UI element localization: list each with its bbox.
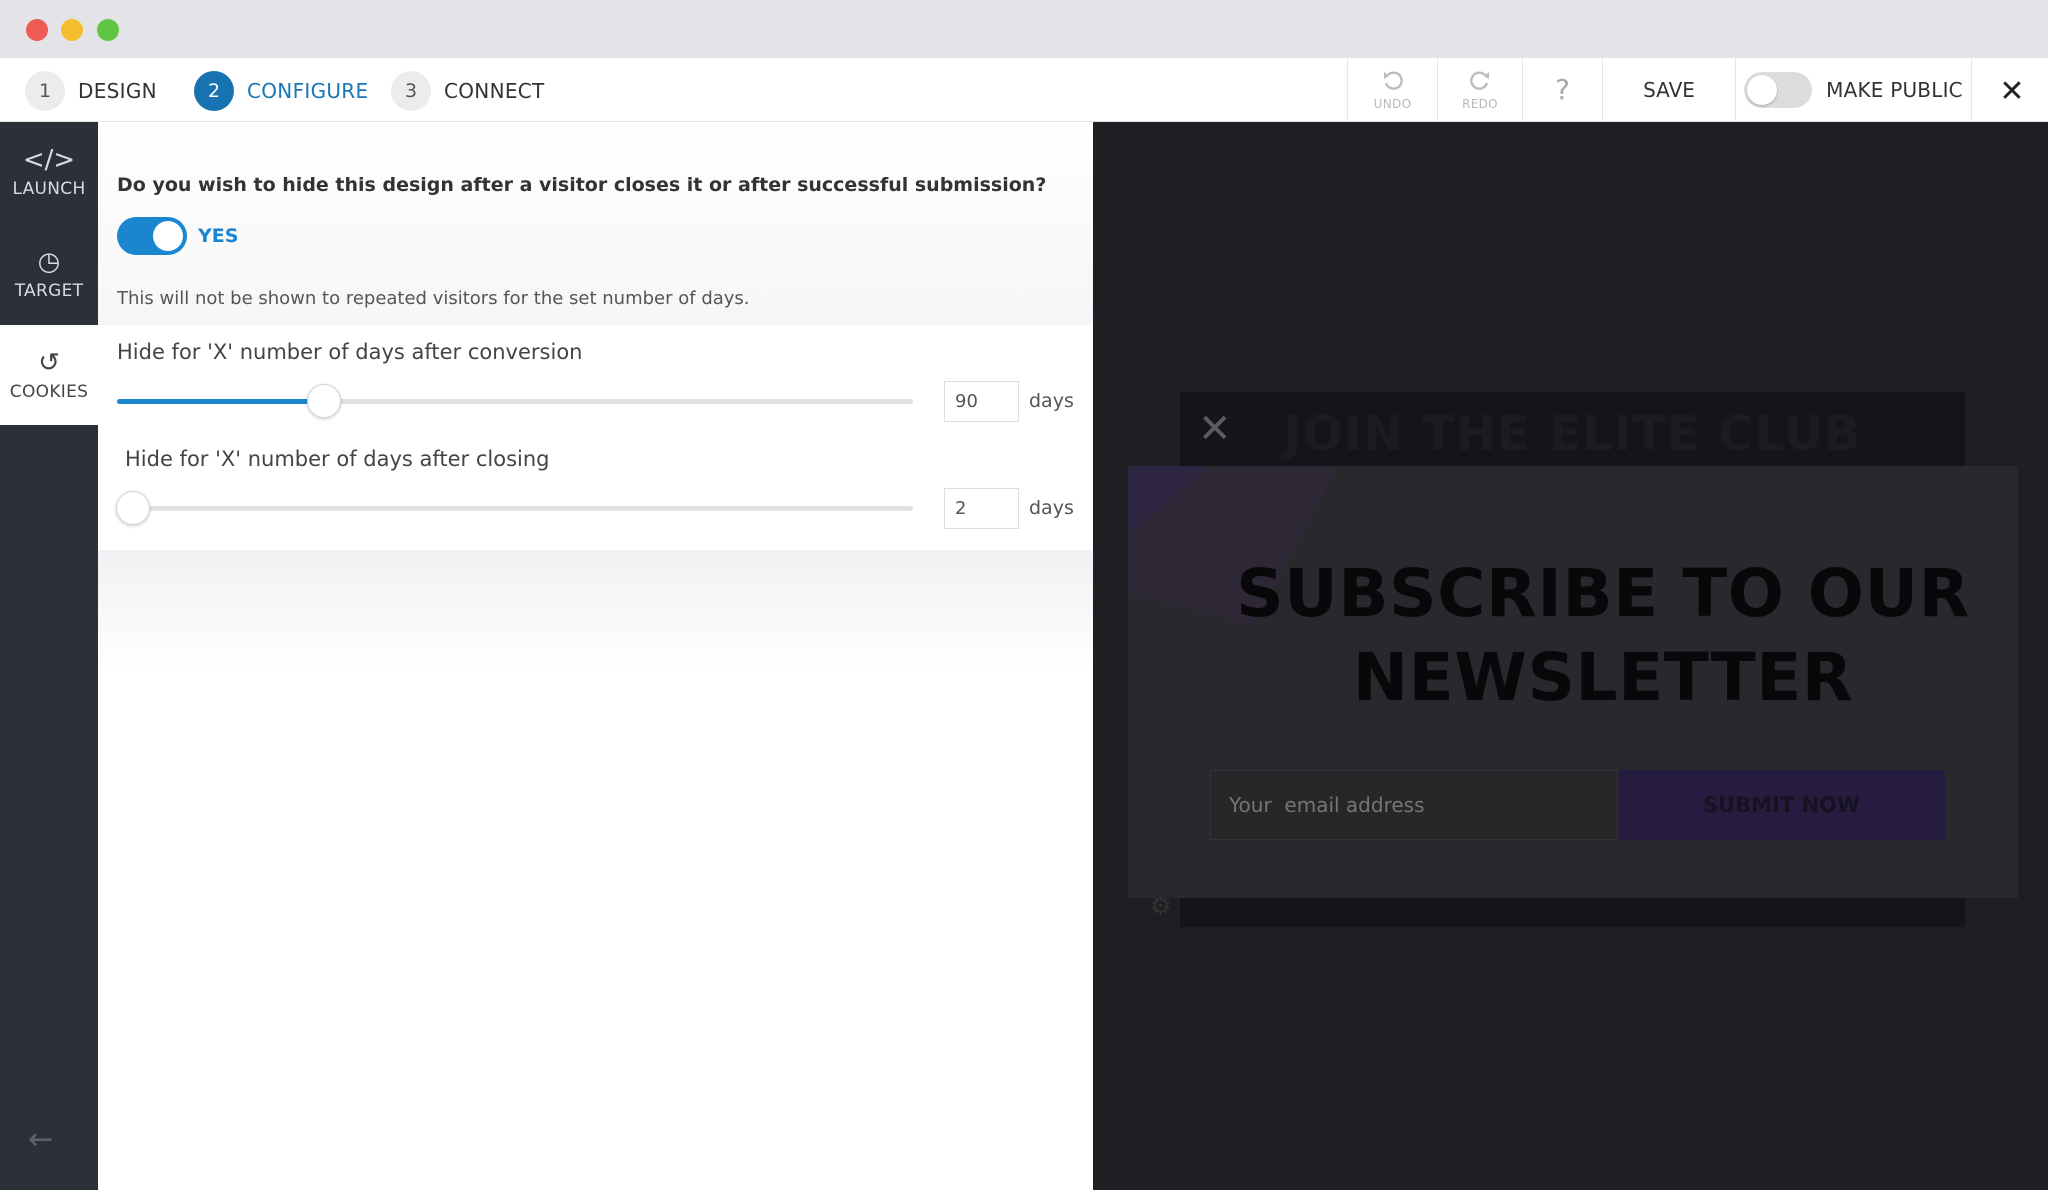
gear-icon[interactable]: ⚙	[1150, 892, 1172, 920]
conversion-days-label: Hide for 'X' number of days after conver…	[117, 340, 583, 364]
sidebar-item-launch[interactable]: </> LAUNCH	[0, 122, 98, 222]
undo-button[interactable]: UNDO	[1347, 58, 1437, 121]
sidebar-item-label: COOKIES	[9, 382, 89, 402]
help-button[interactable]: ?	[1522, 58, 1602, 121]
window-close-button[interactable]	[26, 19, 48, 41]
step-connect[interactable]: 3 CONNECT	[391, 71, 545, 111]
conversion-days-slider[interactable]	[117, 384, 913, 418]
email-input[interactable]	[1210, 770, 1618, 840]
window-titlebar	[0, 0, 2048, 58]
toggle-knob	[153, 221, 183, 251]
sidebar-item-label: TARGET	[14, 281, 84, 301]
window-minimize-button[interactable]	[61, 19, 83, 41]
step-design[interactable]: 1 DESIGN	[25, 71, 157, 111]
save-label: SAVE	[1643, 77, 1695, 102]
sidebar-item-cookies[interactable]: ↺ COOKIES	[0, 325, 98, 425]
help-icon: ?	[1555, 72, 1570, 106]
hide-setting-section: Do you wish to hide this design after a …	[98, 122, 1093, 325]
newsletter-popup: SUBSCRIBE TO OUR NEWSLETTER SUBMIT NOW	[1128, 466, 2018, 898]
sidebar-item-target[interactable]: ◷ TARGET	[0, 224, 98, 324]
make-public-toggle[interactable]	[1744, 71, 1813, 108]
refresh-icon: ↺	[38, 348, 60, 378]
close-icon[interactable]: ✕	[1995, 74, 2029, 109]
headline-line: SUBSCRIBE TO OUR	[1236, 555, 1970, 632]
design-preview: ✕ JOIN THE ELITE CLUB SUBSCRIBE TO OUR N…	[1093, 122, 2048, 1190]
redo-button[interactable]: REDO	[1437, 58, 1522, 121]
panel-shadow	[98, 550, 1093, 670]
undo-label: UNDO	[1373, 96, 1412, 111]
hide-toggle[interactable]	[117, 217, 187, 255]
top-toolbar: 1 DESIGN 2 CONFIGURE 3 CONNECT UNDO REDO…	[0, 58, 2048, 122]
left-sidebar: </> LAUNCH ◷ TARGET ↺ COOKIES ←	[0, 122, 98, 1190]
code-icon: </>	[22, 145, 76, 175]
days-unit: days	[1029, 497, 1074, 519]
step-label: DESIGN	[78, 79, 157, 103]
hide-toggle-label: YES	[198, 225, 239, 247]
closing-days-input[interactable]	[944, 488, 1019, 529]
save-button[interactable]: SAVE	[1602, 58, 1735, 121]
step-label: CONNECT	[444, 79, 545, 103]
make-public-control: MAKE PUBLIC	[1735, 58, 1972, 121]
hide-question: Do you wish to hide this design after a …	[117, 174, 1047, 196]
submit-button[interactable]: SUBMIT NOW	[1618, 770, 1945, 840]
popup-headline: SUBSCRIBE TO OUR NEWSLETTER	[1188, 552, 2018, 720]
slider-thumb[interactable]	[115, 491, 150, 525]
window-maximize-button[interactable]	[97, 19, 119, 41]
undo-icon	[1383, 70, 1403, 90]
step-label: CONFIGURE	[247, 79, 369, 103]
clock-icon: ◷	[37, 247, 61, 277]
make-public-label: MAKE PUBLIC	[1826, 77, 1963, 102]
popup-back-title: JOIN THE ELITE CLUB	[1283, 406, 1862, 462]
config-panel: Do you wish to hide this design after a …	[98, 122, 1093, 1190]
back-arrow-icon[interactable]: ←	[28, 1122, 53, 1157]
step-number: 1	[25, 71, 65, 111]
closing-days-label: Hide for 'X' number of days after closin…	[125, 447, 550, 471]
step-number: 3	[391, 71, 431, 111]
slider-fill	[117, 399, 324, 404]
toggle-knob	[1747, 74, 1778, 105]
hide-note: This will not be shown to repeated visit…	[117, 288, 750, 309]
closing-days-slider[interactable]	[115, 491, 913, 525]
sidebar-item-label: LAUNCH	[12, 179, 86, 199]
redo-label: REDO	[1462, 96, 1498, 111]
step-number: 2	[194, 71, 234, 111]
redo-icon	[1470, 70, 1489, 90]
slider-thumb[interactable]	[306, 384, 341, 418]
headline-line: NEWSLETTER	[1352, 639, 1854, 716]
days-unit: days	[1029, 390, 1074, 412]
conversion-days-input[interactable]	[944, 381, 1019, 422]
step-configure[interactable]: 2 CONFIGURE	[194, 71, 368, 111]
